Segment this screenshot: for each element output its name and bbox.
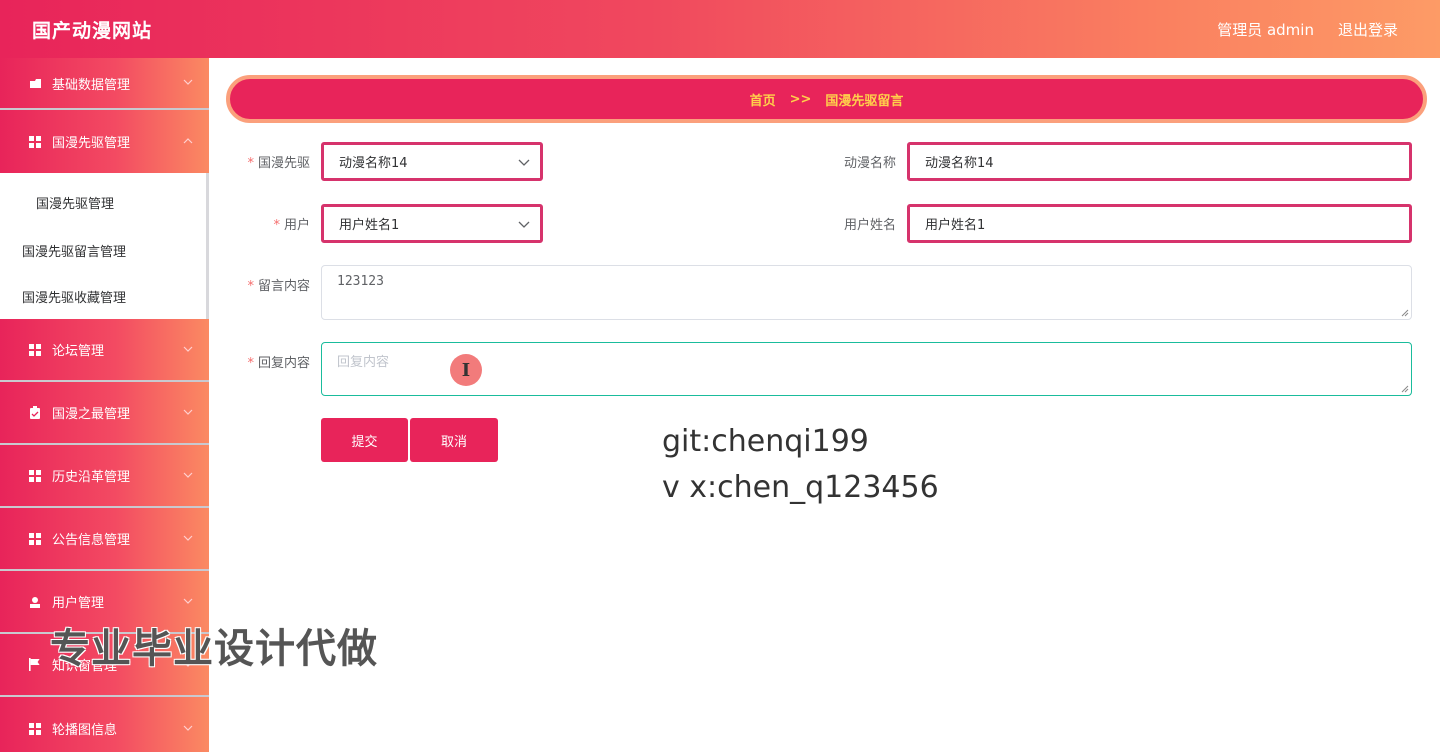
chevron-down-icon	[183, 79, 193, 85]
pioneer-select-value: 动漫名称14	[339, 156, 408, 171]
wechat-overlay-text: v x:chen_q123456	[662, 470, 939, 505]
chevron-up-icon	[183, 137, 193, 143]
submit-button[interactable]: 提交	[321, 418, 408, 462]
sidebar-item-basic-data[interactable]: 基础数据管理	[0, 58, 209, 110]
chevron-down-icon	[518, 221, 530, 228]
sidebar-item-label: 用户管理	[52, 596, 105, 611]
user-field-label: * 用户	[230, 214, 310, 233]
sidebar-item-history[interactable]: 历史沿革管理	[0, 445, 209, 508]
chevron-down-icon	[183, 598, 193, 604]
submenu-item-pioneer-message[interactable]: 国漫先驱留言管理	[0, 227, 206, 273]
chevron-down-icon	[183, 346, 193, 352]
chevron-down-icon	[183, 535, 193, 541]
grid-icon	[28, 722, 42, 736]
message-textarea[interactable]: 123123	[321, 265, 1412, 320]
label-text: 回复内容	[257, 356, 310, 371]
sidebar-item-carousel[interactable]: 轮播图信息	[0, 697, 209, 752]
anime-name-input[interactable]: 动漫名称14	[907, 142, 1412, 181]
required-mark: *	[247, 356, 254, 371]
clipboard-icon	[28, 406, 42, 420]
grid-icon	[28, 343, 42, 357]
sidebar-item-label: 国漫先驱管理	[52, 136, 131, 151]
cancel-button[interactable]: 取消	[410, 418, 498, 462]
watermark-text: 专业毕业设计代做	[50, 626, 378, 672]
message-field-label: * 留言内容	[230, 275, 310, 294]
breadcrumb: 首页 >> 国漫先驱留言	[226, 75, 1427, 123]
grid-icon	[28, 135, 42, 149]
logout-link[interactable]: 退出登录	[1338, 19, 1398, 40]
required-mark: *	[273, 218, 280, 233]
pioneer-field-label: * 国漫先驱	[230, 152, 310, 171]
flag-icon	[28, 658, 42, 672]
sidebar-item-pioneer[interactable]: 国漫先驱管理	[0, 110, 209, 173]
submenu-item-pioneer-favorite[interactable]: 国漫先驱收藏管理	[0, 273, 206, 319]
required-mark: *	[247, 156, 254, 171]
sidebar-item-forum[interactable]: 论坛管理	[0, 319, 209, 382]
submenu-item-pioneer-manage[interactable]: 国漫先驱管理	[0, 173, 206, 227]
resize-grip-icon[interactable]	[1401, 309, 1409, 317]
anime-name-label: 动漫名称	[843, 156, 896, 171]
label-text: 留言内容	[257, 279, 310, 294]
folder-icon	[28, 76, 42, 90]
chevron-down-icon	[183, 472, 193, 478]
grid-icon	[28, 469, 42, 483]
sidebar-item-label: 基础数据管理	[52, 77, 131, 93]
pioneer-submenu: 国漫先驱管理 国漫先驱留言管理 国漫先驱收藏管理	[0, 173, 209, 319]
sidebar-item-notice[interactable]: 公告信息管理	[0, 508, 209, 571]
sidebar-item-label: 轮播图信息	[52, 723, 118, 738]
resize-grip-icon[interactable]	[1401, 385, 1409, 393]
sidebar-item-label: 国漫之最管理	[52, 407, 131, 422]
app-title: 国产动漫网站	[32, 19, 153, 42]
user-name-input[interactable]: 用户姓名1	[907, 204, 1412, 243]
user-icon	[28, 595, 42, 609]
label-text: 国漫先驱	[257, 156, 310, 171]
breadcrumb-current: 国漫先驱留言	[825, 93, 904, 109]
user-select-value: 用户姓名1	[339, 218, 400, 233]
admin-user-label: 管理员 admin	[1217, 20, 1314, 39]
reply-textarea[interactable]: 回复内容	[321, 342, 1412, 396]
user-name-label: 用户姓名	[843, 218, 896, 233]
reply-field-label: * 回复内容	[230, 352, 310, 371]
breadcrumb-separator: >>	[789, 91, 812, 107]
top-header: 国产动漫网站 管理员 admin 退出登录	[0, 0, 1440, 58]
chevron-down-icon	[183, 409, 193, 415]
required-mark: *	[247, 279, 254, 294]
grid-icon	[28, 532, 42, 546]
pioneer-select[interactable]: 动漫名称14	[321, 142, 543, 181]
label-text: 用户	[283, 218, 310, 233]
sidebar-item-label: 历史沿革管理	[52, 470, 131, 485]
breadcrumb-home[interactable]: 首页	[750, 90, 776, 109]
sidebar-item-label: 论坛管理	[52, 344, 105, 359]
message-text: 123123	[337, 274, 384, 289]
chevron-down-icon	[518, 159, 530, 166]
git-overlay-text: git:chenqi199	[662, 424, 869, 459]
reply-placeholder: 回复内容	[337, 355, 390, 370]
user-select[interactable]: 用户姓名1	[321, 204, 543, 243]
sidebar-item-best[interactable]: 国漫之最管理	[0, 382, 209, 445]
header-user-area: 管理员 admin 退出登录	[1217, 19, 1398, 40]
chevron-down-icon	[183, 725, 193, 731]
sidebar-item-label: 公告信息管理	[52, 533, 131, 548]
text-cursor-icon: I	[450, 354, 482, 386]
